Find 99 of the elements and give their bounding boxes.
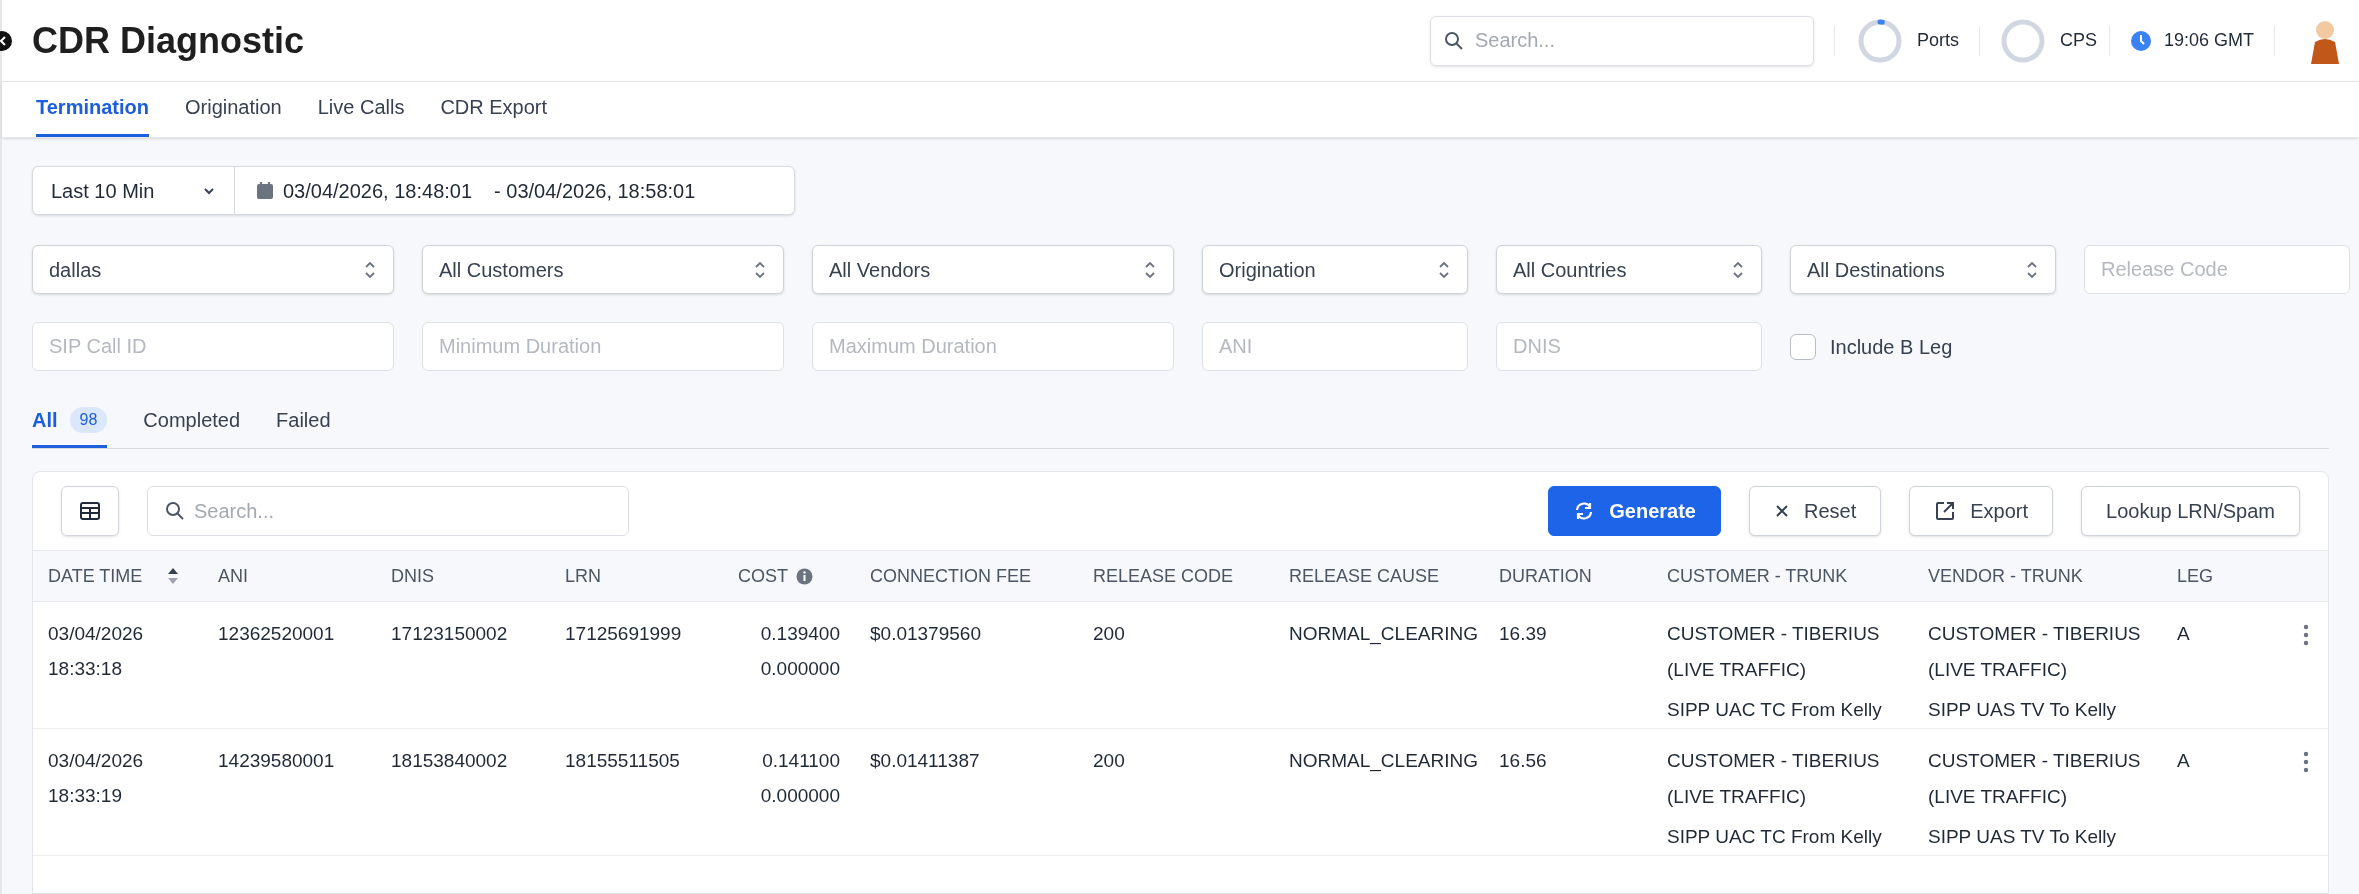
- input-field[interactable]: Release Code: [2084, 245, 2350, 294]
- table-cell-text: NORMAL_CLEARING: [1289, 749, 1479, 774]
- updown-chevron-icon: [1143, 259, 1157, 280]
- table-search-field[interactable]: Search...: [147, 486, 629, 536]
- table-cell-text: 0.000000: [760, 784, 840, 808]
- table-cell-text: 12362520001: [218, 622, 336, 646]
- table-cell-text: SIPP UAC TC From Kelly: [1667, 825, 1883, 849]
- tab[interactable]: Origination: [184, 92, 282, 137]
- input-field[interactable]: SIP Call ID: [32, 322, 394, 371]
- checkbox-label: Include B Leg: [1830, 334, 1953, 360]
- range-start: 03/04/2026, 18:48:01: [283, 178, 473, 204]
- updown-chevron-icon: [1437, 259, 1451, 280]
- column-header: ANI: [218, 564, 248, 588]
- column-header: COST: [738, 564, 788, 588]
- toolbar-button[interactable]: Lookup LRN/Spam: [2081, 486, 2300, 536]
- close-icon: [1773, 503, 1790, 519]
- sort-icon[interactable]: [166, 566, 181, 586]
- column-header: DNIS: [391, 564, 434, 588]
- column-header: LRN: [565, 564, 601, 588]
- table-cell-text: $0.01411387: [870, 749, 981, 773]
- select-field[interactable]: Origination: [1202, 245, 1468, 294]
- select-field[interactable]: dallas: [32, 245, 394, 294]
- table-cell-text: 03/04/2026 18:33:18: [48, 622, 145, 681]
- more-icon[interactable]: [2303, 624, 2309, 646]
- table-cell-text: SIPP UAC TC From Kelly: [1667, 698, 1883, 722]
- gauge-ring: [1856, 17, 1903, 64]
- table-cell-text: CUSTOMER - TIBERIUS (LIVE TRAFFIC): [1667, 622, 1881, 682]
- table-cell-text: NORMAL_CLEARING: [1289, 622, 1479, 647]
- updown-chevron-icon: [1731, 259, 1745, 280]
- input-field[interactable]: DNIS: [1496, 322, 1762, 371]
- range-end: - 03/04/2026, 18:58:01: [494, 178, 696, 204]
- status-tab[interactable]: Failed: [276, 405, 331, 448]
- input-field[interactable]: Maximum Duration: [812, 322, 1174, 371]
- column-header: DATE TIME: [48, 564, 143, 588]
- page-title: CDR Diagnostic: [32, 18, 305, 63]
- toolbar-button[interactable]: Reset: [1748, 486, 1882, 536]
- updown-chevron-icon: [753, 259, 767, 280]
- table-cell-text: SIPP UAS TV To Kelly: [1928, 698, 2117, 722]
- checkbox[interactable]: [1790, 333, 1816, 360]
- more-icon[interactable]: [2303, 751, 2309, 773]
- table-cell-text: 200: [1093, 749, 1126, 773]
- column-header: CUSTOMER - TRUNK: [1667, 564, 1848, 588]
- clock-time: 19:06 GMT: [2163, 29, 2254, 52]
- table-cell-text: 0.139400: [760, 622, 840, 646]
- updown-chevron-icon: [2025, 259, 2039, 280]
- tab[interactable]: CDR Export: [440, 92, 548, 137]
- column-header: RELEASE CODE: [1093, 564, 1234, 588]
- table-cell-text: 17123150002: [391, 622, 509, 646]
- table-cell-text: A: [2177, 622, 2191, 646]
- status-tab[interactable]: All 98: [32, 405, 108, 448]
- select-field[interactable]: All Customers: [422, 245, 784, 294]
- table-cell-text: CUSTOMER - TIBERIUS (LIVE TRAFFIC): [1667, 749, 1881, 809]
- select-field[interactable]: All Countries: [1496, 245, 1762, 294]
- table-settings-button[interactable]: [61, 486, 119, 536]
- column-header: DURATION: [1499, 564, 1592, 588]
- gauge-ring: [1999, 17, 2046, 64]
- tab[interactable]: Termination: [36, 92, 149, 137]
- tab[interactable]: Live Calls: [317, 92, 405, 137]
- updown-chevron-icon: [363, 259, 377, 280]
- status-tab[interactable]: Completed: [143, 405, 241, 448]
- column-header: VENDOR - TRUNK: [1928, 564, 2083, 588]
- chevron-down-icon: [202, 185, 216, 196]
- column-header: CONNECTION FEE: [870, 564, 1031, 588]
- table-cell-text: A: [2177, 749, 2191, 773]
- table-cell-text: $0.01379560: [870, 622, 982, 646]
- table-cell-text: 200: [1093, 622, 1126, 646]
- select-field[interactable]: All Vendors: [812, 245, 1174, 294]
- table-cell-text: 0.000000: [760, 657, 840, 681]
- clock-icon: [2129, 29, 2152, 52]
- table-cell-text: 0.141100: [762, 749, 840, 773]
- table-cell-text: 18155511505: [565, 749, 681, 773]
- meter-label: Ports: [1916, 29, 1959, 52]
- count-badge: 98: [69, 407, 108, 433]
- table-cell-text: 16.39: [1499, 622, 1548, 646]
- input-field[interactable]: Minimum Duration: [422, 322, 784, 371]
- table-cell-text: SIPP UAS TV To Kelly: [1928, 825, 2117, 849]
- external-link-icon: [1934, 500, 1957, 522]
- table-cell-text: 14239580001: [218, 749, 336, 773]
- date-range-picker[interactable]: Last 10 Min 03/04/2026, 18:48:01 - 03/04/2026, 18:58:01: [32, 166, 795, 215]
- table-cell-text: 18153840002: [391, 749, 509, 773]
- search-icon: [1443, 30, 1464, 51]
- table-icon: [79, 501, 101, 521]
- search-field[interactable]: Search...: [1429, 15, 1814, 66]
- meter-label: CPS: [2059, 29, 2097, 52]
- input-field[interactable]: ANI: [1202, 322, 1468, 371]
- select-field[interactable]: All Destinations: [1790, 245, 2056, 294]
- table-cell-text: 17125691999: [565, 622, 683, 646]
- search-icon: [165, 501, 185, 521]
- collapse-icon[interactable]: [0, 30, 14, 51]
- table-cell-text: CUSTOMER - TIBERIUS (LIVE TRAFFIC): [1928, 622, 2142, 682]
- range-preset[interactable]: Last 10 Min: [51, 175, 155, 206]
- table-cell-text: CUSTOMER - TIBERIUS (LIVE TRAFFIC): [1928, 749, 2142, 809]
- table-cell-text: 03/04/2026 18:33:19: [48, 749, 145, 808]
- toolbar-button[interactable]: Export: [1909, 486, 2053, 536]
- column-header: RELEASE CAUSE: [1289, 564, 1440, 588]
- calendar-icon: [255, 180, 275, 201]
- generate-button[interactable]: Generate: [1548, 486, 1721, 536]
- column-header: LEG: [2177, 564, 2214, 588]
- table-cell-text: 16.56: [1499, 749, 1548, 773]
